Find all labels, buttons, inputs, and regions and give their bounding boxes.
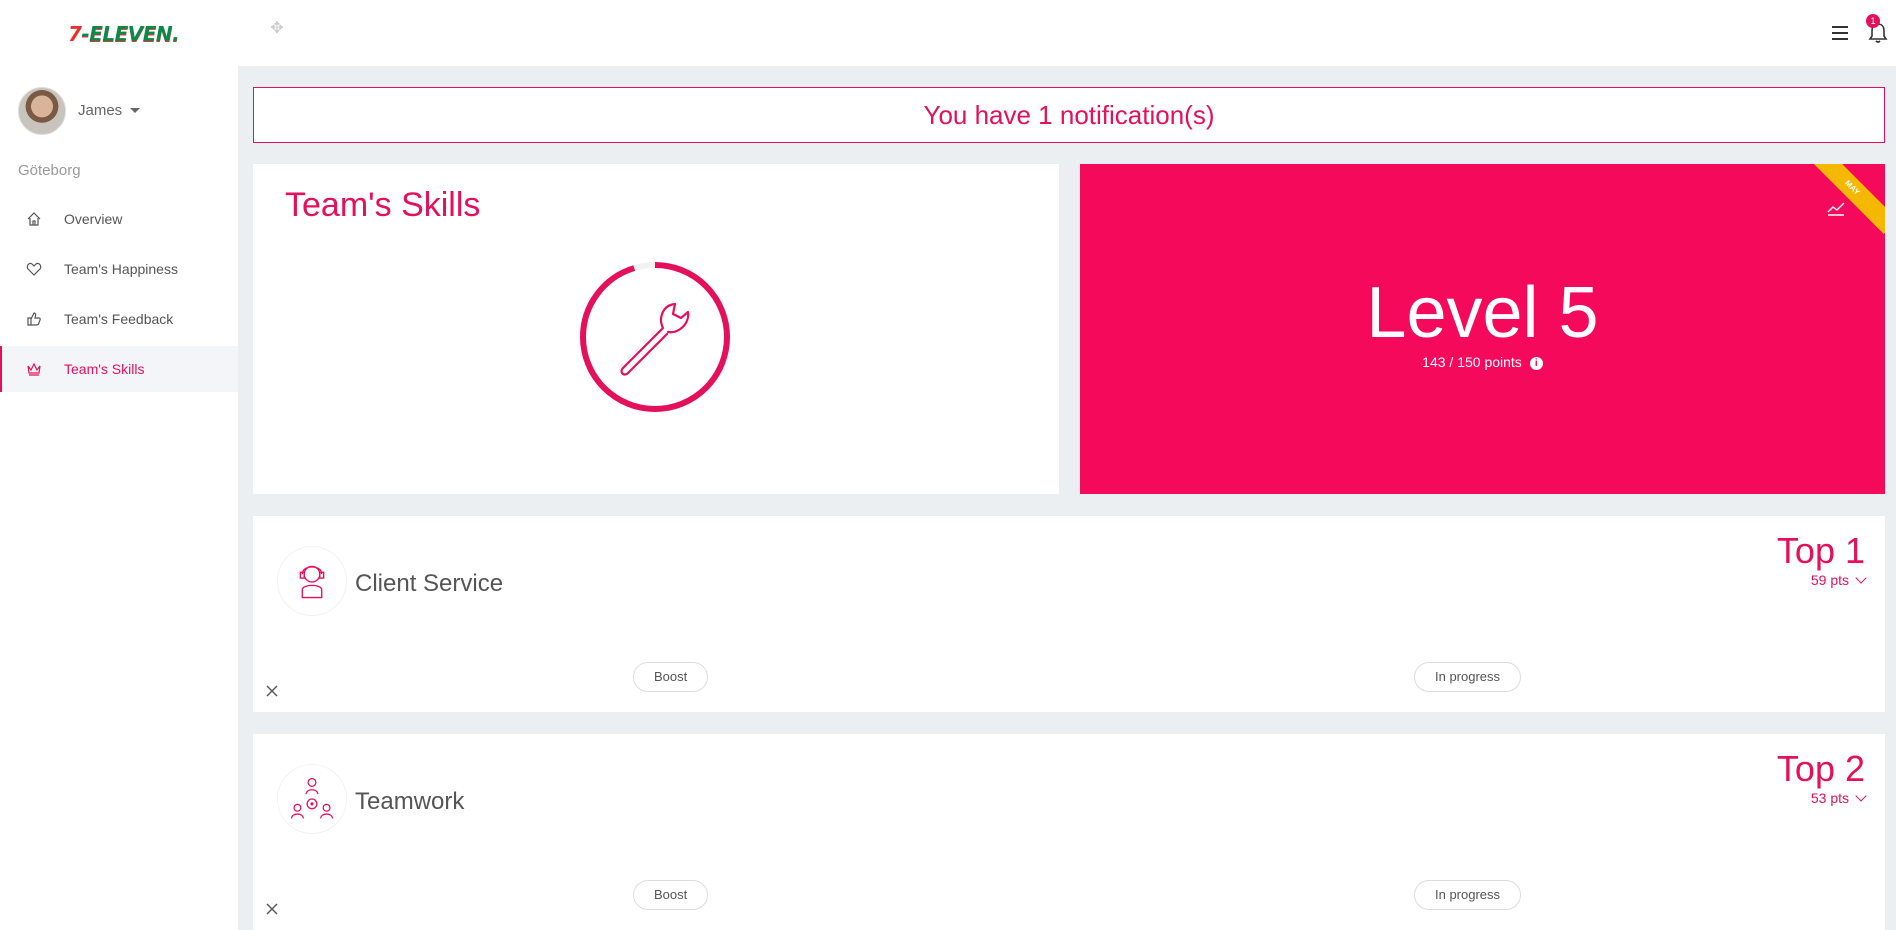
skill-rank[interactable]: Top 2 53 pts — [1777, 748, 1867, 806]
location-label: Göteborg — [18, 162, 81, 179]
level-points: 143 / 150 points i — [1080, 354, 1885, 370]
level-card: MAY Level 5 143 / 150 points i — [1080, 164, 1885, 494]
crown-icon — [27, 362, 41, 376]
sidebar-item-happiness[interactable]: Team's Happiness — [0, 246, 238, 292]
skill-rank[interactable]: Top 1 59 pts — [1777, 530, 1867, 588]
trend-chart-icon[interactable] — [1827, 200, 1845, 216]
caret-down-icon[interactable] — [130, 108, 140, 113]
thumbs-up-icon — [27, 312, 41, 326]
sidebar-item-skills[interactable]: Team's Skills — [0, 346, 238, 392]
sidebar-item-label: Overview — [64, 211, 123, 227]
close-icon[interactable] — [265, 684, 279, 698]
user-name[interactable]: James — [78, 102, 122, 119]
sidebar-item-label: Team's Skills — [64, 361, 145, 377]
sidebar-item-feedback[interactable]: Team's Feedback — [0, 296, 238, 342]
sidebar-item-label: Team's Feedback — [64, 311, 174, 327]
skills-progress-ring — [580, 262, 730, 412]
menu-icon[interactable] — [1832, 26, 1848, 40]
wrench-icon — [620, 302, 690, 376]
sidebar-nav: Overview Team's Happiness Team's Feedbac… — [0, 196, 238, 396]
sidebar: James Göteborg Overview Team's Happiness… — [0, 66, 238, 930]
skills-card: Team's Skills — [253, 164, 1059, 494]
chevron-down-icon[interactable] — [1855, 572, 1867, 584]
notification-badge: 1 — [1866, 14, 1880, 28]
status-badge[interactable]: In progress — [1414, 880, 1522, 910]
sidebar-item-label: Team's Happiness — [64, 261, 178, 277]
chevron-down-icon[interactable] — [1855, 790, 1867, 802]
level-title: Level 5 — [1366, 273, 1599, 353]
boost-button[interactable]: Boost — [633, 880, 709, 910]
team-gear-icon — [277, 764, 347, 834]
boost-button[interactable]: Boost — [633, 662, 709, 692]
close-icon[interactable] — [265, 902, 279, 916]
skill-name: Client Service — [355, 570, 504, 597]
info-icon[interactable]: i — [1529, 356, 1543, 370]
skill-row-teamwork: Teamwork Top 2 53 pts Boost In progress — [253, 734, 1885, 930]
sidebar-item-overview[interactable]: Overview — [0, 196, 238, 242]
month-ribbon: MAY — [1806, 164, 1885, 234]
move-icon[interactable]: ✥ — [268, 20, 286, 38]
skill-name: Teamwork — [355, 788, 465, 815]
seven-eleven-logo[interactable]: 7-ELEVEN. — [68, 22, 180, 46]
top-bar: 7-ELEVEN. ✥ 1 — [0, 0, 1896, 66]
headset-person-icon — [277, 546, 347, 616]
status-badge[interactable]: In progress — [1414, 662, 1522, 692]
heart-icon — [26, 262, 42, 276]
home-icon — [27, 212, 41, 226]
skills-card-title: Team's Skills — [285, 186, 481, 224]
avatar[interactable] — [18, 87, 66, 135]
skill-row-client-service: Client Service Top 1 59 pts Boost In pro… — [253, 516, 1885, 712]
notification-banner[interactable]: You have 1 notification(s) — [253, 87, 1885, 143]
